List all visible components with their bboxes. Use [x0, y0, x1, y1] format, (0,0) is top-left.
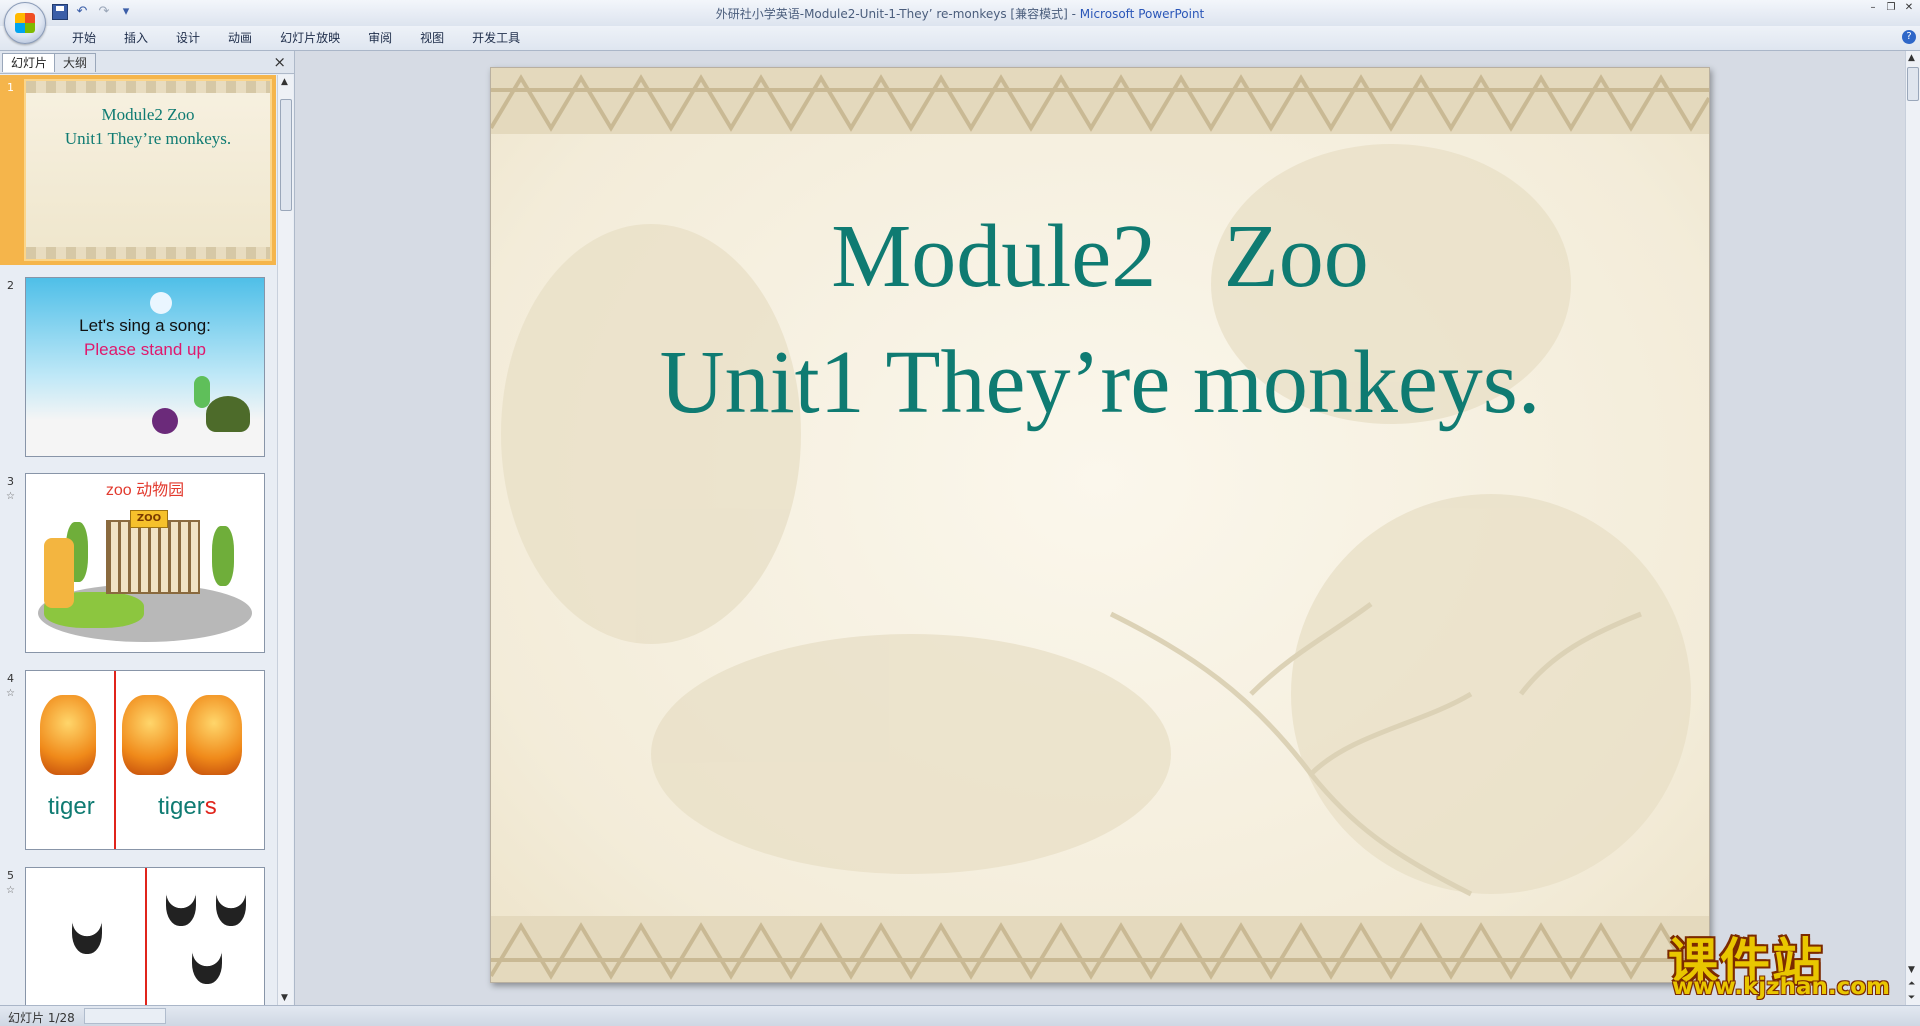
slide-thumbnail[interactable]	[25, 867, 265, 1005]
tab-design[interactable]: 设计	[162, 31, 214, 45]
thumb-text-line1: Let's sing a song:	[79, 316, 211, 335]
tab-animations[interactable]: 动画	[214, 31, 266, 45]
purple-ball-character	[152, 408, 178, 434]
word-text: tiger	[158, 793, 205, 820]
scroll-up-icon[interactable]: ▲	[1908, 53, 1915, 63]
red-divider	[114, 671, 116, 849]
decorative-border-top	[491, 68, 1709, 134]
panda-figure	[216, 880, 246, 926]
tiger-figure	[122, 695, 178, 775]
thumb-text-line2: Please stand up	[84, 340, 206, 359]
close-icon[interactable]: ✕	[1902, 2, 1916, 14]
site-watermark-logo: 课件站 www.kjzhan.com	[1668, 922, 1904, 1002]
animation-star-icon: ☆	[6, 885, 15, 896]
tree-shape	[212, 526, 234, 586]
giraffe-figure	[44, 538, 74, 608]
help-icon[interactable]: ?	[1902, 30, 1916, 44]
tab-view[interactable]: 视图	[406, 31, 458, 45]
panel-tabs: 幻灯片 大纲 ×	[0, 51, 294, 74]
slide-number: 5	[7, 869, 14, 882]
slide-thumbnail[interactable]: Let's sing a song: Please stand up	[25, 277, 265, 457]
slides-panel: 幻灯片 大纲 × 1 Module2 Zoo Unit1 They’re mon…	[0, 51, 295, 1005]
watermark-url: www.kjzhan.com	[1672, 974, 1890, 1000]
slide-thumbnail[interactable]: zoo 动物园 ZOO	[25, 473, 265, 653]
previous-slide-icon[interactable]: ⏶	[1908, 979, 1915, 989]
office-logo-icon	[15, 13, 35, 33]
animation-star-icon: ☆	[6, 491, 15, 502]
close-panel-icon[interactable]: ×	[273, 53, 286, 71]
slide-editing-area: Module2 Zoo Unit1 They’re monkeys.	[296, 51, 1906, 1005]
current-slide[interactable]: Module2 Zoo Unit1 They’re monkeys.	[490, 67, 1710, 983]
thumb-title: Module2 Zoo	[101, 105, 195, 124]
scroll-up-icon[interactable]: ▲	[281, 77, 288, 87]
tab-developer[interactable]: 开发工具	[458, 31, 534, 45]
scroll-thumb[interactable]	[1907, 67, 1919, 101]
word-text: tiger	[48, 793, 95, 820]
tab-home[interactable]: 开始	[58, 31, 110, 45]
slide-number: 2	[7, 279, 14, 292]
scroll-thumb[interactable]	[280, 99, 292, 211]
decorative-border-bottom	[491, 916, 1709, 982]
animation-star-icon: ☆	[6, 688, 15, 699]
zoo-cage	[106, 520, 200, 594]
border-band	[26, 247, 270, 259]
document-title: 外研社小学英语-Module2-Unit-1-They’ re-monkeys …	[715, 7, 1068, 21]
slide-thumbnail-row[interactable]: 5 ☆	[0, 863, 276, 1005]
slide-counter: 幻灯片 1/28	[8, 1011, 75, 1025]
ribbon: 开始 插入 设计 动画 幻灯片放映 审阅 视图 开发工具 ?	[0, 26, 1920, 51]
slide-scrollbar[interactable]: ▲ ▼ ⏶ ⏷	[1905, 51, 1920, 1005]
scroll-down-icon[interactable]: ▼	[281, 993, 288, 1003]
red-divider	[145, 868, 147, 1005]
panda-figure	[72, 908, 102, 954]
status-field	[84, 1008, 166, 1024]
tab-slides[interactable]: 幻灯片	[2, 53, 57, 72]
panda-figure	[166, 880, 196, 926]
panda-figure	[192, 938, 222, 984]
plural-suffix: s	[204, 793, 217, 820]
border-band	[26, 81, 270, 93]
word-tigers: tigers	[158, 793, 217, 821]
turtle-character	[206, 396, 250, 432]
slide-thumbnail-row[interactable]: 2 Let's sing a song: Please stand up	[0, 273, 276, 463]
window-controls: – ❐ ✕	[1866, 2, 1916, 14]
tiger-figure	[40, 695, 96, 775]
turtle-head	[194, 376, 210, 408]
sun-shape	[150, 292, 172, 314]
window-title: 外研社小学英语-Module2-Unit-1-They’ re-monkeys …	[0, 5, 1920, 22]
thumb-title: zoo 动物园	[105, 482, 185, 499]
slide-number: 4	[7, 672, 14, 685]
next-slide-icon[interactable]: ⏷	[1908, 993, 1915, 1003]
restore-icon[interactable]: ❐	[1884, 2, 1898, 14]
title-separator: -	[1067, 7, 1080, 21]
thumbnail-list: 1 Module2 Zoo Unit1 They’re monkeys. 2 L…	[0, 75, 276, 1005]
ribbon-tabs: 开始 插入 设计 动画 幻灯片放映 审阅 视图 开发工具	[58, 31, 534, 45]
tab-slideshow[interactable]: 幻灯片放映	[266, 31, 354, 45]
slide-thumbnail[interactable]: tiger tigers	[25, 670, 265, 850]
slide-thumbnail-row[interactable]: 1 Module2 Zoo Unit1 They’re monkeys.	[0, 75, 276, 265]
tab-outline[interactable]: 大纲	[54, 53, 97, 72]
slide-title[interactable]: Module2 Zoo	[491, 198, 1709, 316]
slide-thumbnail[interactable]: Module2 Zoo Unit1 They’re monkeys.	[24, 79, 272, 261]
tab-review[interactable]: 审阅	[354, 31, 406, 45]
slide-thumbnail-row[interactable]: 3 ☆ zoo 动物园 ZOO	[0, 469, 276, 659]
word-tiger: tiger	[48, 793, 95, 821]
status-bar: 幻灯片 1/28	[0, 1005, 1920, 1026]
office-button[interactable]	[4, 2, 46, 44]
slide-number: 1	[7, 81, 14, 94]
scroll-down-icon[interactable]: ▼	[1908, 965, 1915, 975]
application-name: Microsoft PowerPoint	[1079, 7, 1205, 21]
slide-number: 3	[7, 475, 14, 488]
thumbnail-scrollbar[interactable]: ▲ ▼	[277, 75, 293, 1005]
slide-subtitle[interactable]: Unit1 They’re monkeys.	[491, 324, 1709, 442]
title-bar: ↶ ↷ ▾ 外研社小学英语-Module2-Unit-1-They’ re-mo…	[0, 0, 1920, 44]
zoo-sign: ZOO	[130, 510, 168, 528]
minimize-icon[interactable]: –	[1866, 2, 1880, 14]
thumb-subtitle: Unit1 They’re monkeys.	[64, 129, 232, 148]
tab-insert[interactable]: 插入	[110, 31, 162, 45]
slide-thumbnail-row[interactable]: 4 ☆ tiger tigers	[0, 666, 276, 856]
tiger-figure	[186, 695, 242, 775]
